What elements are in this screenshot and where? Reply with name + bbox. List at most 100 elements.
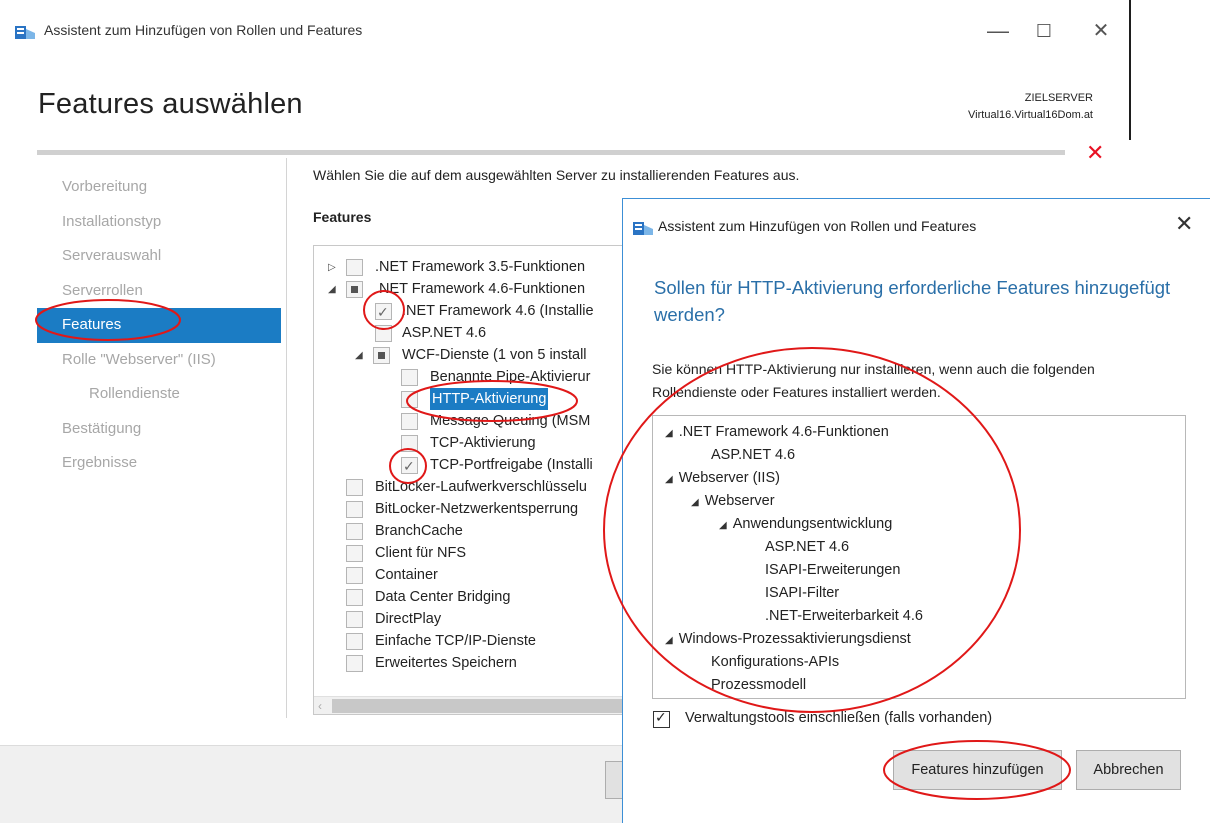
nav-item-vorbereitung[interactable]: Vorbereitung: [37, 170, 281, 205]
horizontal-scrollbar[interactable]: ‹: [314, 696, 632, 714]
target-server-label: ZIELSERVER: [1024, 92, 1093, 104]
checkbox[interactable]: [346, 281, 363, 298]
error-x-icon: ✕: [1086, 140, 1105, 165]
list-item-label: Webserver: [704, 493, 775, 509]
nav-divider: [286, 158, 287, 718]
nav-item-installationstyp[interactable]: Installationstyp: [37, 205, 281, 240]
checkbox[interactable]: [346, 479, 363, 496]
server-manager-icon: [15, 26, 35, 39]
tree-item-label: Erweitertes Speichern: [375, 655, 517, 671]
tree-item-label: Container: [375, 567, 438, 583]
list-item: ASP.NET 4.6: [711, 444, 795, 467]
tree-item-label: ASP.NET 4.6: [402, 325, 487, 341]
include-tools-label[interactable]: Verwaltungstools einschließen (falls vor…: [685, 710, 992, 726]
checkbox[interactable]: [346, 611, 363, 628]
list-item-label: Anwendungsentwicklung: [732, 516, 893, 532]
checkbox[interactable]: [401, 391, 418, 408]
expand-icon: ◢: [691, 497, 699, 508]
wizard-nav: Vorbereitung Installationstyp Serverausw…: [37, 170, 281, 481]
include-tools-checkbox[interactable]: [653, 709, 670, 728]
checkbox[interactable]: [346, 545, 363, 562]
checkbox[interactable]: [346, 501, 363, 518]
page-title: Features auswählen: [38, 88, 303, 120]
required-features-list[interactable]: ◢ .NET Framework 4.6-Funktionen ASP.NET 4…: [652, 415, 1186, 699]
list-item-label: ASP.NET 4.6: [765, 539, 850, 555]
server-manager-icon: [633, 222, 653, 235]
checkbox[interactable]: [346, 567, 363, 584]
window-title: Assistent zum Hinzufügen von Rollen und …: [44, 22, 363, 38]
progress-line: [37, 150, 1065, 155]
nav-item-serverauswahl[interactable]: Serverauswahl: [37, 239, 281, 274]
list-item-label: ISAPI-Filter: [765, 585, 840, 601]
list-item: ◢ .NET Framework 4.6-Funktionen: [665, 421, 889, 444]
features-tree[interactable]: ▷ .NET Framework 3.5-Funktionen ◢ .NET F…: [313, 245, 633, 715]
list-item: ASP.NET 4.6: [765, 536, 849, 559]
list-item-label: Konfigurations-APIs: [711, 654, 840, 670]
checkbox[interactable]: [375, 301, 392, 323]
tree-item-label: Message Queuing (MSM: [430, 413, 591, 429]
list-item: Konfigurations-APIs: [711, 651, 839, 674]
scroll-thumb[interactable]: [332, 699, 622, 713]
checkbox[interactable]: [375, 325, 392, 342]
collapse-icon[interactable]: ◢: [328, 279, 340, 301]
list-item-label: ASP.NET 4.6: [711, 447, 796, 463]
expand-icon: ◢: [719, 520, 727, 531]
list-item-label: .NET Framework 4.6-Funktionen: [678, 424, 889, 440]
checkbox[interactable]: [346, 589, 363, 606]
maximize-button[interactable]: ☐: [1021, 14, 1067, 48]
tree-item-label: .NET Framework 3.5-Funktionen: [375, 259, 586, 275]
dialog-title: Assistent zum Hinzufügen von Rollen und …: [658, 218, 977, 234]
tree-item-label: .NET Framework 4.6-Funktionen: [375, 281, 586, 297]
expand-icon: ◢: [665, 635, 673, 646]
checkbox[interactable]: [373, 347, 390, 364]
tree-item-label: TCP-Aktivierung: [430, 435, 536, 451]
dialog-description: Sie können HTTP-Aktivierung nur installi…: [652, 361, 1095, 400]
tree-item-label: WCF-Dienste (1 von 5 install: [402, 347, 587, 363]
checkbox[interactable]: [401, 369, 418, 386]
checkbox[interactable]: [346, 633, 363, 650]
dialog-heading: Sollen für HTTP-Aktivierung erforderlich…: [654, 277, 1171, 325]
expand-icon: ◢: [665, 474, 673, 485]
cancel-button[interactable]: Abbrechen: [1076, 750, 1181, 790]
add-features-button[interactable]: Features hinzufügen: [893, 750, 1062, 790]
list-item-label: ISAPI-Erweiterungen: [765, 562, 901, 578]
expand-icon[interactable]: ▷: [328, 257, 340, 279]
list-item: ISAPI-Filter: [765, 582, 839, 605]
nav-item-serverrollen[interactable]: Serverrollen: [37, 274, 281, 309]
tree-item-label-selected: HTTP-Aktivierung: [430, 388, 549, 410]
list-item: .NET-Erweiterbarkeit 4.6: [765, 605, 923, 628]
nav-item-webserver-role[interactable]: Rolle "Webserver" (IIS): [37, 343, 281, 378]
close-button[interactable]: ✕: [1078, 14, 1124, 48]
window-edge: [1129, 0, 1131, 140]
required-features-dialog: Assistent zum Hinzufügen von Rollen und …: [622, 198, 1210, 823]
nav-item-ergebnisse[interactable]: Ergebnisse: [37, 446, 281, 481]
tree-item-label: BitLocker-Laufwerkverschlüsselu: [375, 479, 587, 495]
nav-item-rollendienste[interactable]: Rollendienste: [37, 377, 281, 412]
tree-item-label: Benannte Pipe-Aktivierur: [430, 369, 591, 385]
nav-item-features[interactable]: Features: [37, 308, 281, 343]
tree-item-label: BranchCache: [375, 523, 463, 539]
minimize-button[interactable]: —: [975, 14, 1021, 48]
page-description: Wählen Sie die auf dem ausgewählten Serv…: [313, 167, 800, 183]
checkbox[interactable]: [346, 523, 363, 540]
scroll-left-icon[interactable]: ‹: [318, 697, 322, 714]
checkbox[interactable]: [346, 259, 363, 276]
list-item-label: Windows-Prozessaktivierungsdienst: [678, 631, 911, 647]
nav-item-bestaetigung[interactable]: Bestätigung: [37, 412, 281, 447]
list-item-label: .NET-Erweiterbarkeit 4.6: [765, 608, 923, 624]
list-item: ◢ Anwendungsentwicklung: [719, 513, 892, 536]
list-item: ◢ Webserver: [691, 490, 775, 513]
target-server: ZIELSERVER Virtual16.Virtual16Dom.at: [968, 90, 1093, 124]
tree-item-label: TCP-Portfreigabe (Installi: [430, 457, 593, 473]
checkbox[interactable]: [401, 413, 418, 430]
collapse-icon[interactable]: ◢: [355, 345, 367, 367]
list-item-label: Webserver (IIS): [678, 470, 780, 486]
tree-item-label: .NET Framework 4.6 (Installie: [402, 303, 594, 319]
list-item: ◢ Webserver (IIS): [665, 467, 780, 490]
list-item-label: Prozessmodell: [711, 677, 807, 693]
checkbox[interactable]: [346, 655, 363, 672]
list-item: ISAPI-Erweiterungen: [765, 559, 900, 582]
checkbox[interactable]: [401, 435, 418, 452]
checkbox[interactable]: [401, 455, 418, 477]
dialog-close-button[interactable]: ✕: [1175, 211, 1193, 237]
